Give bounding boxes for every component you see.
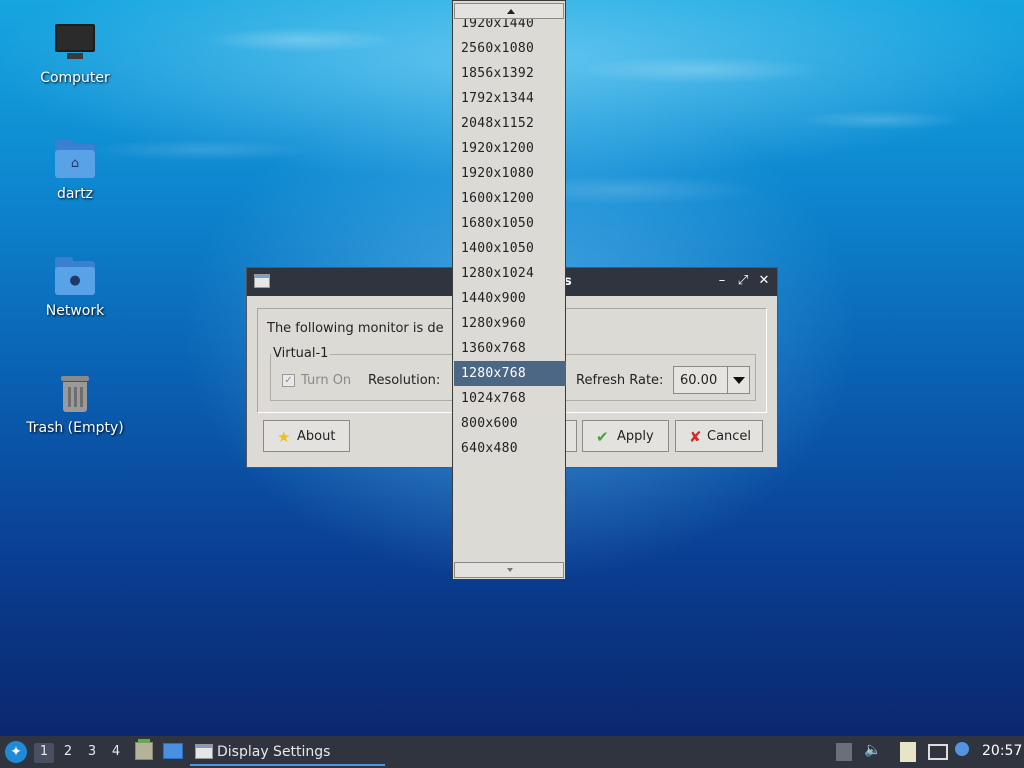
desktop-icon-label: dartz xyxy=(56,186,94,202)
about-button-label: About xyxy=(297,429,336,444)
check-icon: ✔ xyxy=(596,428,609,446)
taskbar: ✦ 1 2 3 4 Display Settings 🔈 20:57 xyxy=(0,736,1024,768)
taskbar-item-display-settings[interactable]: Display Settings xyxy=(190,738,385,766)
resolution-option[interactable]: 1360x768 xyxy=(454,336,566,361)
scroll-up-button[interactable] xyxy=(454,3,564,19)
minimize-icon[interactable]: – xyxy=(715,273,729,289)
volume-icon[interactable]: 🔈 xyxy=(864,742,881,758)
resolution-option[interactable]: 1792x1344 xyxy=(454,86,566,111)
resolution-dropdown-list[interactable]: 1920x1440 2560x1080 1856x1392 1792x1344 2048… xyxy=(452,0,566,580)
arrow-up-icon xyxy=(507,9,515,14)
star-icon: ★ xyxy=(277,428,291,446)
desktop-icon-label: Computer xyxy=(40,70,110,86)
resolution-option[interactable]: 800x600 xyxy=(454,411,566,436)
resolution-option[interactable]: 2048x1152 xyxy=(454,111,566,136)
monitor-message: The following monitor is de xyxy=(267,321,444,336)
resolution-option[interactable]: 1920x1200 xyxy=(454,136,566,161)
workspace-3[interactable]: 3 xyxy=(82,743,102,763)
file-manager-icon[interactable] xyxy=(135,739,153,760)
chevron-down-icon xyxy=(727,367,749,393)
desktop-icon-label: Trash (Empty) xyxy=(26,420,124,436)
workspace-4[interactable]: 4 xyxy=(106,743,126,763)
arrow-down-icon xyxy=(507,568,513,572)
cancel-button[interactable]: ✘ Cancel xyxy=(675,420,763,452)
scroll-down-button[interactable] xyxy=(454,562,564,578)
resolution-label: Resolution: xyxy=(368,373,441,388)
home-folder-icon: ⌂ xyxy=(53,138,97,182)
resolution-option[interactable]: 2560x1080 xyxy=(454,36,566,61)
show-desktop-icon[interactable] xyxy=(163,743,183,759)
resolution-option[interactable]: 1680x1050 xyxy=(454,211,566,236)
resolution-option[interactable]: 1280x1024 xyxy=(454,261,566,286)
tray-up-icon[interactable] xyxy=(836,743,852,761)
resolution-option[interactable]: 1920x1080 xyxy=(454,161,566,186)
refresh-rate-value: 60.00 xyxy=(680,373,718,388)
turn-on-checkbox[interactable]: ✓ xyxy=(282,374,295,387)
window-app-icon xyxy=(195,744,213,759)
apply-button[interactable]: ✔ Apply xyxy=(582,420,669,452)
resolution-options: 1920x1440 2560x1080 1856x1392 1792x1344 2048… xyxy=(454,11,566,461)
desktop-icon-label: Network xyxy=(45,303,105,319)
resolution-option[interactable]: 1280x768 xyxy=(454,361,566,386)
refresh-rate-label: Refresh Rate: xyxy=(576,373,664,388)
computer-icon xyxy=(53,22,97,66)
monitor-name: Virtual-1 xyxy=(271,346,331,361)
clipboard-icon[interactable] xyxy=(900,742,916,762)
desktop-icon-home[interactable]: ⌂ dartz xyxy=(20,138,130,202)
about-button[interactable]: ★ About xyxy=(263,420,350,452)
apply-button-label: Apply xyxy=(617,429,654,444)
app-menu-icon[interactable]: ✦ xyxy=(5,741,27,763)
network-monitor-icon[interactable] xyxy=(928,744,948,760)
resolution-option[interactable]: 1024x768 xyxy=(454,386,566,411)
workspace-2[interactable]: 2 xyxy=(58,743,78,763)
workspace-1[interactable]: 1 xyxy=(34,743,54,763)
resolution-option[interactable]: 1856x1392 xyxy=(454,61,566,86)
taskbar-item-label: Display Settings xyxy=(217,744,331,760)
clock: 20:57 xyxy=(982,743,1023,759)
trash-icon xyxy=(53,372,97,416)
cancel-button-label: Cancel xyxy=(707,429,752,444)
resolution-option[interactable]: 1440x900 xyxy=(454,286,566,311)
turn-on-label: Turn On xyxy=(301,373,352,388)
resolution-option[interactable]: 1280x960 xyxy=(454,311,566,336)
desktop-icon-trash[interactable]: Trash (Empty) xyxy=(20,372,130,436)
refresh-rate-select[interactable]: 60.00 xyxy=(673,366,750,394)
desktop-icon-network[interactable]: ● Network xyxy=(20,255,130,319)
notification-icon[interactable] xyxy=(955,742,969,756)
resolution-option[interactable]: 640x480 xyxy=(454,436,566,461)
maximize-icon[interactable]: ⤢ xyxy=(736,273,750,289)
desktop-icon-computer[interactable]: Computer xyxy=(20,22,130,86)
network-folder-icon: ● xyxy=(53,255,97,299)
resolution-option[interactable]: 1400x1050 xyxy=(454,236,566,261)
cancel-x-icon: ✘ xyxy=(689,428,702,446)
resolution-option[interactable]: 1600x1200 xyxy=(454,186,566,211)
close-icon[interactable]: ✕ xyxy=(757,273,771,289)
